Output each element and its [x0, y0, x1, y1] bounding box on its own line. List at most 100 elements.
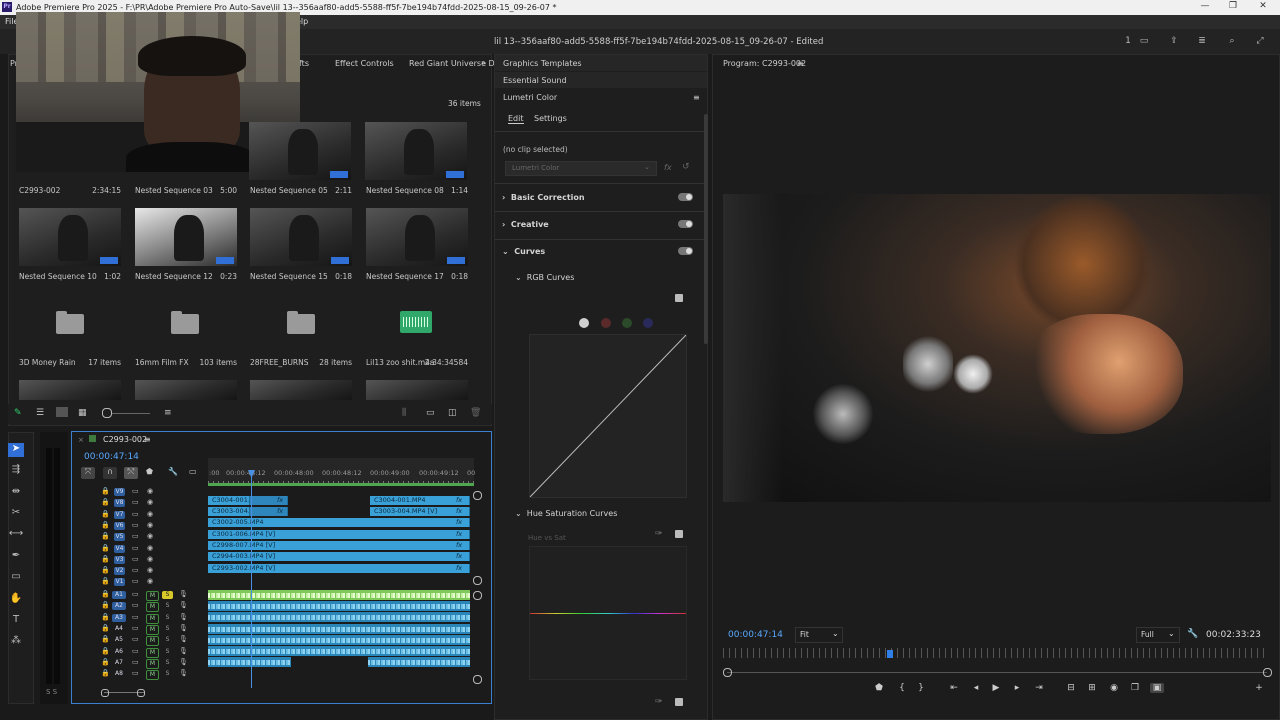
checkbox[interactable]: [675, 698, 683, 706]
eyedropper-icon[interactable]: ✑: [655, 697, 663, 707]
lock-icon[interactable]: 🔒: [101, 577, 110, 585]
program-monitor-title[interactable]: Program: C2993-002: [723, 59, 806, 68]
tab-lumetri-color[interactable]: Lumetri Color: [503, 93, 557, 102]
mute-button[interactable]: M: [146, 648, 159, 658]
pencil-icon[interactable]: ✎: [14, 408, 22, 418]
sequence-name[interactable]: C2993-002: [103, 435, 147, 444]
red-channel-icon[interactable]: [601, 318, 611, 328]
mute-button[interactable]: M: [146, 670, 159, 680]
sync-icon[interactable]: ▭: [132, 669, 139, 677]
search-icon[interactable]: ⌕: [1226, 36, 1238, 46]
clip-c2994-003[interactable]: C2994-003.MP4 [V] fx: [208, 552, 470, 561]
nest-icon[interactable]: ⤧: [81, 467, 95, 479]
white-channel-icon[interactable]: [579, 318, 589, 328]
track-label[interactable]: A2: [112, 602, 126, 610]
blue-channel-icon[interactable]: [643, 318, 653, 328]
audio-clip-a4[interactable]: [208, 624, 470, 634]
maximize-button[interactable]: ❐: [1218, 1, 1248, 14]
microphone-icon[interactable]: 🎙: [179, 658, 188, 666]
zoom-handle-right[interactable]: [137, 689, 145, 697]
thumb-partial[interactable]: [250, 380, 352, 400]
thumb-nested-05[interactable]: [249, 122, 351, 180]
solo-button[interactable]: S: [162, 659, 173, 667]
rgb-curves-checkbox[interactable]: [675, 294, 683, 302]
go-to-out-icon[interactable]: ⇥: [1032, 683, 1046, 693]
tab-graphics-templates[interactable]: Graphics Templates: [503, 59, 582, 68]
eye-icon[interactable]: ◉: [147, 521, 153, 529]
sync-icon[interactable]: ▭: [132, 624, 139, 632]
lumetri-menu-icon[interactable]: ≡: [693, 93, 700, 102]
track-label[interactable]: A8: [112, 670, 126, 678]
sync-icon[interactable]: ▭: [132, 566, 139, 574]
clip-c3003-004-b[interactable]: C3003-004.MP4 [V] fx: [370, 507, 470, 516]
linked-selection-icon[interactable]: ⤲: [124, 467, 138, 479]
lock-icon[interactable]: 🔒: [101, 601, 110, 609]
sync-icon[interactable]: ▭: [132, 498, 139, 506]
scroll-handle[interactable]: [473, 576, 482, 585]
lock-icon[interactable]: 🔒: [101, 658, 110, 666]
track-label[interactable]: A5: [112, 636, 126, 644]
sync-icon[interactable]: ▭: [132, 532, 139, 540]
mute-button[interactable]: M: [146, 636, 159, 646]
audio-clip-a1[interactable]: [208, 590, 470, 600]
hue-sat-curves-header[interactable]: ⌄ Hue Saturation Curves: [515, 509, 617, 518]
track-label[interactable]: V6: [114, 522, 125, 530]
sync-icon[interactable]: ▭: [132, 590, 139, 598]
multicam-icon[interactable]: ▣: [1150, 683, 1164, 693]
clip-c3004-001-b[interactable]: C3004-001.MP4 fx: [370, 496, 470, 505]
program-zoom-bar[interactable]: [727, 672, 1267, 673]
workspace-icon[interactable]: ▭: [1138, 36, 1150, 46]
rgb-curve-graph[interactable]: [529, 334, 687, 498]
clip-c3002-005[interactable]: C3002-005.MP4 fx: [208, 518, 470, 527]
extract-icon[interactable]: ⊞: [1085, 683, 1099, 693]
lock-icon[interactable]: 🔒: [101, 590, 110, 598]
thumb-nested-10[interactable]: [19, 208, 121, 266]
scroll-handle[interactable]: [473, 591, 482, 600]
clip-c3003-004-a[interactable]: C3003-004.: [208, 507, 250, 516]
sync-icon[interactable]: ▭: [132, 555, 139, 563]
icon-view-icon[interactable]: [56, 407, 68, 417]
tab-essential-sound[interactable]: Essential Sound: [503, 76, 567, 85]
clip-c2993-002[interactable]: C2993-002.MP4 [V] fx: [208, 564, 470, 573]
minimize-button[interactable]: —: [1190, 1, 1220, 14]
reset-icon[interactable]: ↺: [682, 162, 690, 172]
microphone-icon[interactable]: 🎙: [179, 669, 188, 677]
new-bin-icon[interactable]: ▭: [426, 408, 435, 418]
step-back-icon[interactable]: ◂: [969, 683, 983, 693]
play-icon[interactable]: ▶: [989, 683, 1003, 693]
comparison-view-icon[interactable]: ❐: [1128, 683, 1142, 693]
microphone-icon[interactable]: 🎙: [179, 601, 188, 609]
type-tool-icon[interactable]: T: [8, 614, 24, 628]
sync-icon[interactable]: ▭: [132, 510, 139, 518]
microphone-icon[interactable]: 🎙: [179, 613, 188, 621]
folder-icon[interactable]: [56, 311, 84, 334]
section-curves[interactable]: ⌄ Curves: [502, 247, 545, 256]
hand-tool-icon[interactable]: ✋: [8, 593, 24, 607]
trash-icon[interactable]: 🗑: [470, 408, 481, 418]
lock-icon[interactable]: 🔒: [101, 544, 110, 552]
step-forward-icon[interactable]: ▸: [1010, 683, 1024, 693]
zoom-handle-left[interactable]: [723, 668, 732, 677]
thumb-nested-15[interactable]: [250, 208, 352, 266]
folder-icon[interactable]: [287, 311, 315, 334]
captions-icon[interactable]: ▭: [189, 467, 197, 476]
track-label[interactable]: A3: [112, 614, 126, 622]
sync-icon[interactable]: ▭: [132, 487, 139, 495]
sync-icon[interactable]: ▭: [132, 613, 139, 621]
eye-icon[interactable]: ◉: [147, 510, 153, 518]
eye-icon[interactable]: ◉: [147, 487, 153, 495]
mute-button[interactable]: M: [146, 625, 159, 635]
thumb-partial[interactable]: [19, 380, 121, 400]
share-icon[interactable]: ⇪: [1168, 36, 1180, 46]
mark-out-icon[interactable]: }: [914, 683, 928, 693]
timeline-playhead[interactable]: [251, 470, 252, 688]
green-channel-icon[interactable]: [622, 318, 632, 328]
thumb-nested-17[interactable]: [366, 208, 468, 266]
audio-clip-a7-b[interactable]: [368, 657, 470, 667]
audio-clip-a6[interactable]: [208, 646, 470, 656]
track-label[interactable]: V5: [114, 533, 125, 541]
sync-icon[interactable]: ▭: [132, 521, 139, 529]
solo-button[interactable]: S: [162, 648, 173, 656]
wrench-icon[interactable]: 🔧: [1187, 629, 1198, 639]
lock-icon[interactable]: 🔒: [101, 566, 110, 574]
